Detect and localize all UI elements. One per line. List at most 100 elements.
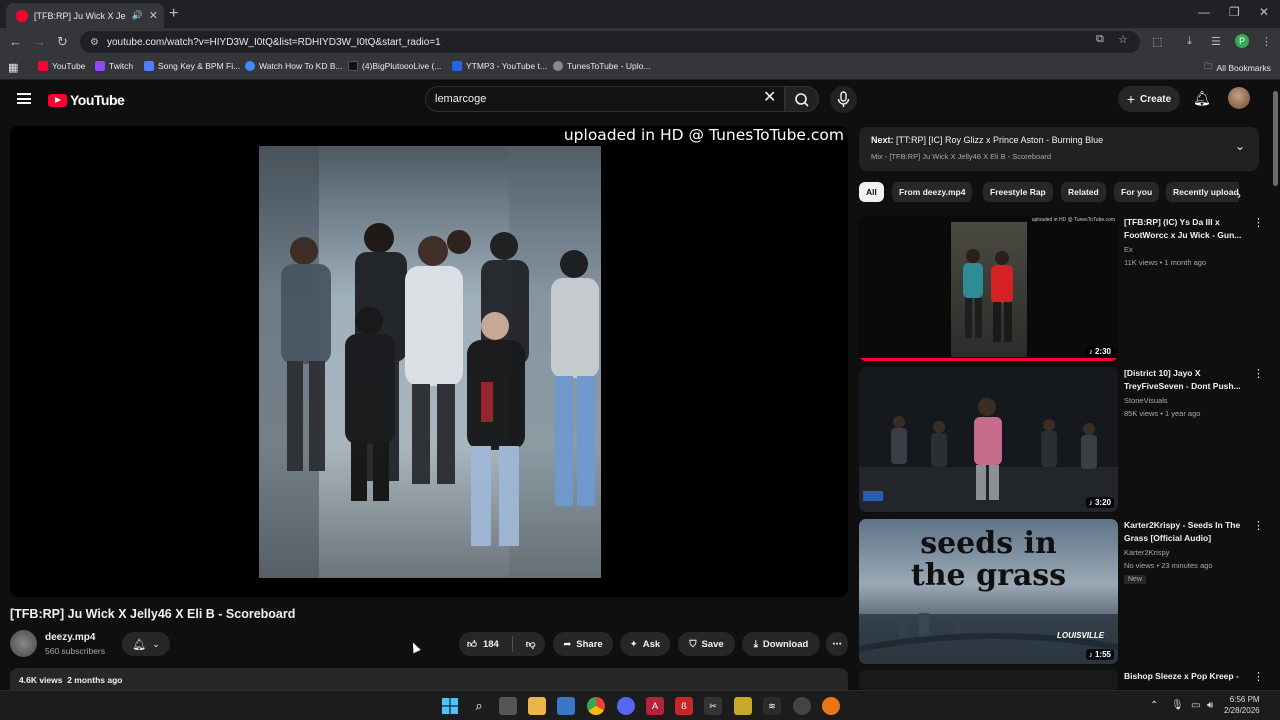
- download-button[interactable]: ⤓ Download: [742, 632, 820, 656]
- editor-app-icon[interactable]: ≋: [763, 697, 781, 715]
- channel-avatar[interactable]: [10, 630, 37, 657]
- site-info-icon[interactable]: ⚙: [90, 37, 99, 48]
- thumb-text-line1: seeds in: [920, 526, 1057, 561]
- fl-studio-icon[interactable]: [734, 697, 752, 715]
- bookmark-twitch[interactable]: Twitch: [95, 61, 133, 71]
- dislike-button[interactable]: 👎︎: [526, 638, 536, 650]
- bookmark-ytmp3[interactable]: YTMP3 - YouTube t...: [452, 61, 547, 71]
- duration-value: 3:20: [1094, 498, 1111, 507]
- address-bar[interactable]: ⚙ youtube.com/watch?v=HIYD3W_I0tQ&list=R…: [80, 31, 1140, 53]
- search-input[interactable]: lemarcoge: [425, 86, 785, 112]
- new-tab-icon[interactable]: +: [169, 5, 178, 23]
- bookmark-kd[interactable]: Watch How To KD B...: [245, 61, 343, 71]
- download-label: Download: [762, 638, 809, 650]
- media-control-icon[interactable]: ☰: [1211, 35, 1221, 48]
- more-vertical-icon[interactable]: ⋮: [1253, 670, 1264, 683]
- hamburger-menu-icon[interactable]: [17, 93, 31, 104]
- more-actions-button[interactable]: ⋯: [826, 632, 848, 656]
- recommendation-card[interactable]: seeds in the grass LOUISVILLE ♪ 1:55 Kar…: [859, 519, 1269, 664]
- tray-chevron-up-icon[interactable]: ⌃: [1150, 700, 1158, 711]
- rec-channel: StoneVisuals: [1124, 396, 1168, 405]
- task-view-icon[interactable]: [499, 697, 517, 715]
- more-vertical-icon[interactable]: ⋮: [1253, 519, 1264, 532]
- search-value: lemarcoge: [435, 93, 487, 105]
- like-button[interactable]: 👍︎ 184: [467, 638, 499, 651]
- microphone-tray-icon[interactable]: 🎙︎: [1171, 700, 1184, 711]
- capcut-icon[interactable]: ✂: [704, 697, 722, 715]
- close-window-icon[interactable]: ✕: [1259, 5, 1269, 19]
- account-avatar[interactable]: [1228, 87, 1250, 109]
- restore-icon[interactable]: ❐: [1229, 5, 1240, 19]
- bookmark-tiktok[interactable]: (4)BigPlutoooLive (...: [348, 61, 441, 71]
- twitch-icon: [95, 61, 105, 71]
- create-button[interactable]: + Create: [1118, 86, 1180, 112]
- steam-icon[interactable]: [793, 697, 811, 715]
- fruity-icon[interactable]: [822, 697, 840, 715]
- recommendation-card[interactable]: Bishop Sleeze x Pop Kreep - ⋮: [859, 670, 1269, 690]
- chip-related[interactable]: Related: [1061, 182, 1106, 202]
- scrollbar-thumb[interactable]: [1273, 91, 1278, 186]
- volume-icon[interactable]: 🔊︎: [1207, 700, 1213, 711]
- reload-icon[interactable]: ↻: [57, 34, 68, 50]
- new-badge: New: [1124, 575, 1147, 584]
- chevron-down-icon[interactable]: ⌄: [1235, 139, 1245, 153]
- chevron-right-icon[interactable]: ›: [1237, 188, 1241, 202]
- extensions-icon[interactable]: ⬚: [1152, 35, 1162, 48]
- speaker-icon[interactable]: 🔊: [132, 10, 143, 21]
- notifications-bell-icon[interactable]: 🔔︎: [1193, 90, 1211, 107]
- chrome-icon[interactable]: [587, 697, 605, 715]
- chip-for-you[interactable]: For you: [1114, 182, 1160, 202]
- close-tab-icon[interactable]: ✕: [149, 9, 158, 22]
- sparkle-icon: ✦: [629, 638, 638, 650]
- tiktok-icon: [348, 61, 358, 71]
- youtube-logo[interactable]: YouTube: [48, 92, 125, 108]
- rec-title: [District 10] Jayo X TreyFiveSeven - Don…: [1124, 368, 1241, 391]
- video-player[interactable]: uploaded in HD @ TunesToTube.com: [10, 126, 848, 597]
- browser-menu-icon[interactable]: ⋮: [1261, 35, 1272, 48]
- display-icon[interactable]: ▭: [1191, 700, 1200, 711]
- browser-tab-active[interactable]: [TFB:RP] Ju Wick X Jelly46 X 🔊 ✕: [6, 3, 164, 28]
- bookmark-youtube[interactable]: YouTube: [38, 61, 85, 71]
- chip-freestyle-rap[interactable]: Freestyle Rap: [983, 182, 1053, 202]
- subscribed-bell-button[interactable]: 🔔︎ ⌄: [122, 632, 170, 656]
- clear-search-icon[interactable]: ✕: [763, 87, 776, 107]
- back-icon[interactable]: ←: [9, 34, 22, 49]
- forward-icon[interactable]: →: [33, 34, 46, 49]
- discord-icon[interactable]: [617, 697, 635, 715]
- playlist-queue[interactable]: Next: [TT:RP] [IC] Roy Glizz x Prince As…: [859, 127, 1259, 171]
- all-bookmarks[interactable]: 🗀 All Bookmarks: [1204, 61, 1271, 75]
- bookmark-song-key[interactable]: Song Key & BPM Fi...: [144, 61, 240, 71]
- system-clock[interactable]: 6:56 PM 2/28/2026: [1224, 694, 1260, 716]
- ask-button[interactable]: ✦ Ask: [620, 632, 670, 656]
- profile-avatar[interactable]: P: [1235, 34, 1249, 48]
- apps-grid-icon[interactable]: ▦: [8, 61, 18, 74]
- install-app-icon[interactable]: ⧉: [1096, 33, 1104, 46]
- taskbar-search-icon[interactable]: ⌕: [470, 697, 488, 715]
- share-button[interactable]: ➦ Share: [553, 632, 613, 656]
- chip-from-channel[interactable]: From deezy.mp4: [892, 182, 973, 202]
- bookmark-tunestotube[interactable]: TunesToTube - Uplo...: [553, 61, 650, 71]
- bookmark-star-icon[interactable]: ☆: [1118, 33, 1128, 46]
- windows-start-icon[interactable]: [441, 697, 459, 715]
- share-label: Share: [576, 638, 603, 650]
- file-explorer-icon[interactable]: [528, 697, 546, 715]
- download-icon[interactable]: ⤓: [1187, 35, 1192, 48]
- thumbs-down-icon: 👎︎: [525, 639, 536, 650]
- more-vertical-icon[interactable]: ⋮: [1253, 216, 1264, 229]
- bookmark-icon: ⛉: [689, 638, 697, 650]
- more-vertical-icon[interactable]: ⋮: [1253, 367, 1264, 380]
- photos-icon[interactable]: [557, 697, 575, 715]
- save-button[interactable]: ⛉ Save: [678, 632, 735, 656]
- adobe-app-icon[interactable]: A: [646, 697, 664, 715]
- chip-all[interactable]: All: [859, 182, 884, 202]
- recommendation-card[interactable]: ♪ 3:20 [District 10] Jayo X TreyFiveSeve…: [859, 367, 1269, 512]
- search-button[interactable]: [785, 86, 819, 112]
- page-scrollbar[interactable]: [1271, 81, 1280, 690]
- chip-recently-uploaded[interactable]: Recently uploaded: [1166, 182, 1239, 202]
- music-app-icon[interactable]: ß: [675, 697, 693, 715]
- youtube-play-icon: [48, 93, 67, 107]
- voice-search-button[interactable]: [830, 86, 857, 113]
- minimize-icon[interactable]: —: [1198, 5, 1210, 19]
- recommendation-card[interactable]: uploaded in HD @ TunesToTube.com ♪ 2:30 …: [859, 216, 1269, 361]
- channel-name[interactable]: deezy.mp4: [45, 632, 95, 643]
